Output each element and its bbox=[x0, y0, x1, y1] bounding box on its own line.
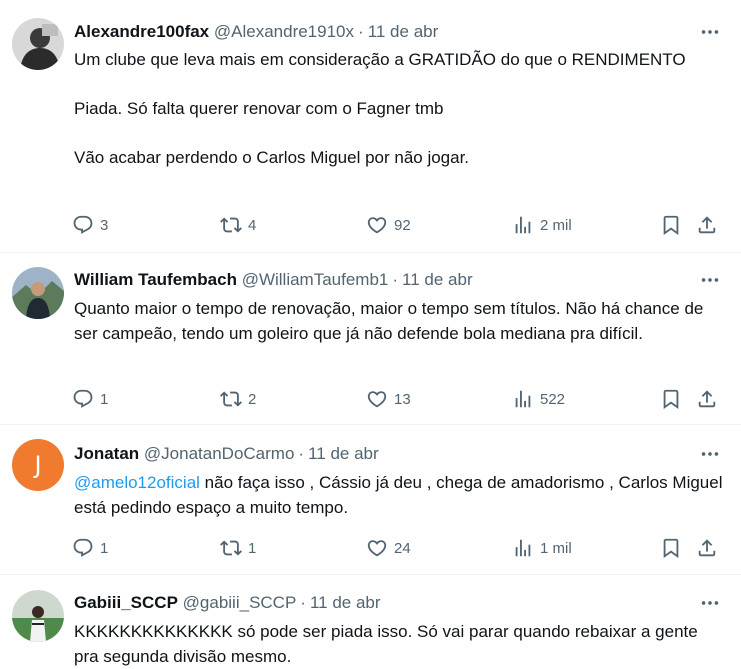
like-icon bbox=[366, 214, 388, 236]
more-icon bbox=[699, 269, 721, 291]
user-handle[interactable]: @JonatanDoCarmo bbox=[144, 444, 295, 463]
reply-icon bbox=[72, 214, 94, 236]
tweet-paragraph: Quanto maior o tempo de renovação, maior… bbox=[74, 299, 709, 343]
more-icon bbox=[699, 443, 721, 465]
retweet-count: 4 bbox=[248, 216, 257, 234]
more-icon bbox=[699, 592, 721, 614]
reply-button[interactable]: 1 bbox=[72, 387, 108, 411]
like-icon bbox=[366, 388, 388, 410]
reply-button[interactable]: 1 bbox=[72, 536, 108, 560]
retweet-icon bbox=[220, 388, 242, 410]
reply-count: 1 bbox=[100, 390, 109, 408]
avatar[interactable] bbox=[12, 267, 64, 319]
tweet-date[interactable]: 11 de abr bbox=[368, 22, 439, 41]
like-button[interactable]: 13 bbox=[366, 387, 411, 411]
mention-link[interactable]: @amelo12oficial bbox=[74, 473, 200, 492]
separator-dot: · bbox=[358, 22, 364, 41]
tweet-paragraph: Vão acabar perdendo o Carlos Miguel por … bbox=[74, 148, 470, 167]
view-count: 522 bbox=[540, 390, 566, 408]
views-button[interactable]: 2 mil bbox=[512, 213, 572, 237]
display-name[interactable]: Alexandre100fax bbox=[74, 22, 209, 41]
user-handle[interactable]: @gabiii_SCCP bbox=[183, 593, 297, 612]
bookmark-button[interactable] bbox=[660, 213, 682, 237]
tweet-paragraph: Um clube que leva mais em consideração a… bbox=[74, 50, 686, 69]
views-button[interactable]: 522 bbox=[512, 387, 565, 411]
tweet-date[interactable]: 11 de abr bbox=[308, 444, 379, 463]
more-button[interactable] bbox=[699, 442, 721, 466]
bookmark-icon bbox=[660, 537, 682, 559]
share-icon bbox=[696, 537, 718, 559]
views-icon bbox=[512, 537, 534, 559]
like-count: 24 bbox=[394, 539, 411, 557]
like-button[interactable]: 24 bbox=[366, 536, 411, 560]
tweet-paragraph: KKKKKKKKKKKKKK só pode ser piada isso. S… bbox=[74, 622, 703, 666]
share-button[interactable] bbox=[696, 536, 718, 560]
separator-dot: · bbox=[298, 444, 305, 463]
tweet-header: William Taufembach @WilliamTaufemb1 · 11 d… bbox=[74, 268, 473, 292]
tweet-actions: 1 2 13 522 bbox=[72, 387, 722, 411]
tweet-date[interactable]: 11 de abr bbox=[310, 593, 381, 612]
views-icon bbox=[512, 214, 534, 236]
view-count: 2 mil bbox=[540, 216, 572, 234]
retweet-count: 2 bbox=[248, 390, 257, 408]
reply-count: 1 bbox=[100, 539, 109, 557]
view-count: 1 mil bbox=[540, 539, 572, 557]
reply-count: 3 bbox=[100, 216, 109, 234]
like-button[interactable]: 92 bbox=[366, 213, 411, 237]
more-button[interactable] bbox=[699, 20, 721, 44]
tweet-actions: 1 1 24 1 mil bbox=[72, 536, 722, 560]
like-icon bbox=[366, 537, 388, 559]
tweet-text: @amelo12oficial não faça isso , Cássio j… bbox=[74, 470, 724, 520]
display-name[interactable]: William Taufembach bbox=[74, 270, 237, 289]
user-handle[interactable]: @Alexandre1910x bbox=[214, 22, 354, 41]
tweet-paragraph: @amelo12oficial não faça isso , Cássio j… bbox=[74, 470, 724, 520]
display-name[interactable]: Jonatan bbox=[74, 444, 139, 463]
tweet[interactable]: J Jonatan @JonatanDoCarmo · 11 de abr @ame… bbox=[0, 425, 741, 575]
views-button[interactable]: 1 mil bbox=[512, 536, 572, 560]
retweet-icon bbox=[220, 214, 242, 236]
reply-button[interactable]: 3 bbox=[72, 213, 108, 237]
reply-icon bbox=[72, 388, 94, 410]
tweet-header: Gabiii_SCCP @gabiii_SCCP · 11 de abr bbox=[74, 591, 381, 615]
share-button[interactable] bbox=[696, 387, 718, 411]
tweet-paragraph: Piada. Só falta querer renovar com o Fag… bbox=[74, 99, 444, 118]
tweet-header: Alexandre100fax @Alexandre1910x · 11 de ab… bbox=[74, 20, 438, 44]
bookmark-icon bbox=[660, 388, 682, 410]
avatar[interactable] bbox=[12, 590, 64, 642]
like-count: 92 bbox=[394, 216, 411, 234]
reply-feed: Alexandre100fax @Alexandre1910x · 11 de ab… bbox=[0, 0, 741, 668]
share-icon bbox=[696, 388, 718, 410]
share-icon bbox=[696, 214, 718, 236]
separator-dot: · bbox=[300, 593, 306, 612]
avatar[interactable]: J bbox=[12, 439, 64, 491]
retweet-count: 1 bbox=[248, 539, 257, 557]
tweet-text: Um clube que leva mais em consideração a… bbox=[74, 47, 724, 170]
tweet-header: Jonatan @JonatanDoCarmo · 11 de abr bbox=[74, 442, 379, 466]
retweet-icon bbox=[220, 537, 242, 559]
retweet-button[interactable]: 4 bbox=[220, 213, 256, 237]
more-icon bbox=[699, 21, 721, 43]
user-handle[interactable]: @WilliamTaufemb1 bbox=[242, 270, 389, 289]
reply-icon bbox=[72, 537, 94, 559]
bookmark-button[interactable] bbox=[660, 536, 682, 560]
tweet-actions: 3 4 92 2 mil bbox=[72, 213, 722, 237]
tweet[interactable]: William Taufembach @WilliamTaufemb1 · 11 d… bbox=[0, 253, 741, 425]
tweet[interactable]: Gabiii_SCCP @gabiii_SCCP · 11 de abr KKKKK… bbox=[0, 575, 741, 668]
retweet-button[interactable]: 2 bbox=[220, 387, 256, 411]
separator-dot: · bbox=[392, 270, 399, 289]
tweet-date[interactable]: 11 de abr bbox=[402, 270, 473, 289]
bookmark-icon bbox=[660, 214, 682, 236]
bookmark-button[interactable] bbox=[660, 387, 682, 411]
more-button[interactable] bbox=[699, 591, 721, 615]
tweet[interactable]: Alexandre100fax @Alexandre1910x · 11 de ab… bbox=[0, 0, 741, 253]
tweet-text: Quanto maior o tempo de renovação, maior… bbox=[74, 296, 724, 346]
like-count: 13 bbox=[394, 390, 411, 408]
tweet-text: KKKKKKKKKKKKKK só pode ser piada isso. S… bbox=[74, 619, 724, 669]
views-icon bbox=[512, 388, 534, 410]
share-button[interactable] bbox=[696, 213, 718, 237]
more-button[interactable] bbox=[699, 268, 721, 292]
retweet-button[interactable]: 1 bbox=[220, 536, 256, 560]
display-name[interactable]: Gabiii_SCCP bbox=[74, 593, 178, 612]
avatar[interactable] bbox=[12, 18, 64, 70]
